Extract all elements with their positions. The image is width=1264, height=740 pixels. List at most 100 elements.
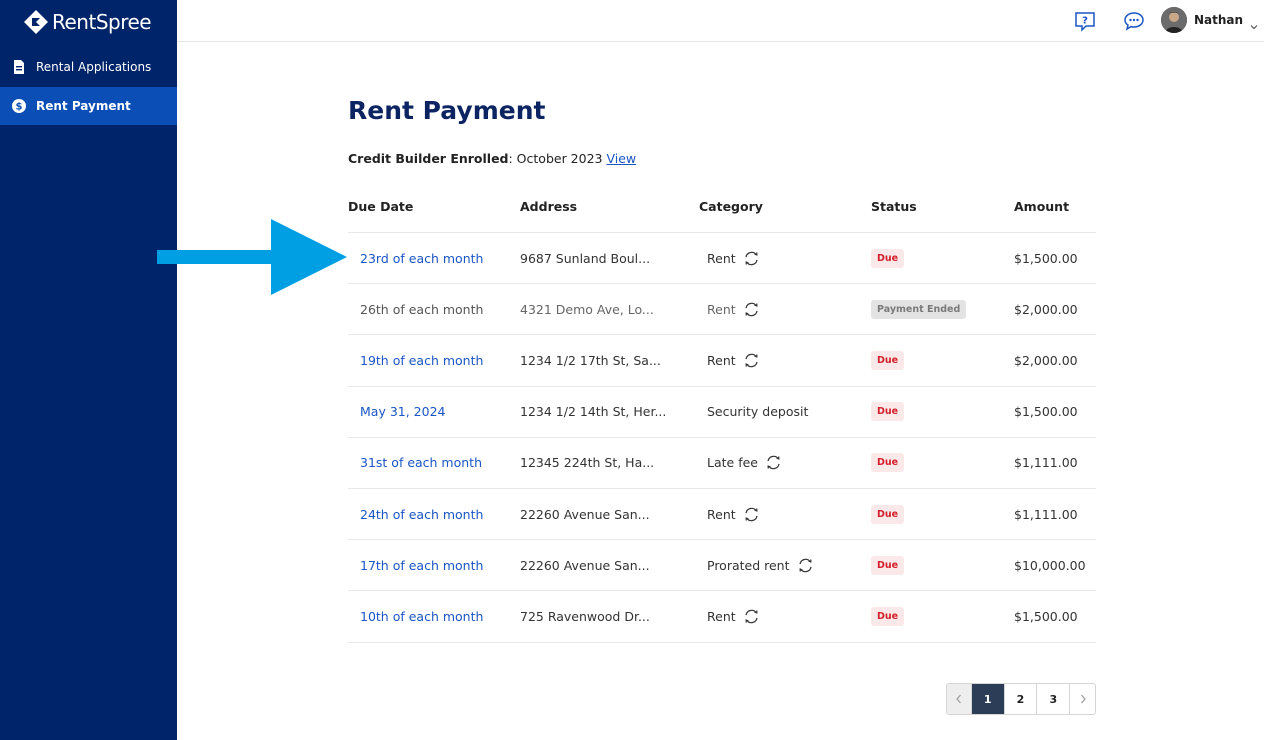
address-cell: 4321 Demo Ave, Lo... [520, 301, 654, 317]
column-header-category: Category [699, 199, 763, 214]
rentspree-logo-icon [23, 9, 49, 35]
callout-arrow-icon [157, 219, 347, 295]
document-icon [12, 60, 26, 74]
svg-text:?: ? [1082, 16, 1088, 27]
pagination-page-2[interactable]: 2 [1005, 684, 1038, 714]
pagination-prev-button[interactable] [947, 684, 972, 714]
recurring-icon [745, 507, 758, 521]
recurring-icon [745, 609, 758, 624]
brand-name: RentSpree [52, 10, 152, 34]
credit-builder-value: : October 2023 [508, 151, 607, 166]
status-cell: Due [871, 555, 1014, 575]
help-icon[interactable]: ? [1074, 10, 1096, 32]
status-cell: Due [871, 504, 1014, 524]
due-date-link[interactable]: 23rd of each month [348, 251, 520, 266]
svg-text:$: $ [16, 102, 23, 113]
address-cell: 1234 1/2 14th St, Her... [520, 404, 667, 420]
table-row[interactable]: 17th of each month 22260 Avenue San... Pro… [348, 540, 1096, 592]
amount-cell: $1,500.00 [1014, 404, 1078, 420]
address-cell: 22260 Avenue San... [520, 557, 650, 573]
address-cell: 725 Ravenwood Dr... [520, 608, 650, 624]
address-cell: 22260 Avenue San... [520, 506, 650, 522]
table-row[interactable]: May 31, 2024 1234 1/2 14th St, Her... Secu… [348, 387, 1096, 438]
chevron-right-icon [1080, 694, 1086, 704]
sidebar-item-rent-payment[interactable]: $ Rent Payment [0, 87, 177, 125]
amount-cell: $10,000.00 [1014, 557, 1086, 573]
status-badge: Due [871, 606, 905, 626]
table-row[interactable]: 31st of each month 12345 224th St, Ha... L… [348, 438, 1096, 489]
amount-cell: $1,500.00 [1014, 608, 1078, 624]
payments-table: Due Date Address Category Status Amount … [348, 181, 1096, 643]
due-date-link[interactable]: May 31, 2024 [348, 404, 520, 419]
status-badge: Payment Ended [871, 299, 967, 319]
table-row[interactable]: 23rd of each month 9687 Sunland Boul... Re… [348, 233, 1096, 285]
recurring-icon [745, 251, 758, 265]
user-menu[interactable]: Nathan [1160, 7, 1258, 33]
pagination: 1 2 3 [946, 683, 1096, 715]
status-cell: Due [871, 350, 1014, 370]
status-cell: Due [871, 248, 1014, 268]
amount-cell: $1,111.00 [1014, 455, 1078, 471]
category-cell: Rent [699, 250, 871, 267]
recurring-icon [745, 302, 758, 317]
category-label: Late fee [707, 455, 758, 471]
category-cell: Late fee [699, 454, 871, 471]
credit-builder-view-link[interactable]: View [606, 151, 636, 166]
sidebar-item-label: Rent Payment [36, 99, 131, 113]
recurring-icon [798, 558, 812, 572]
due-date-link[interactable]: 24th of each month [348, 507, 520, 522]
category-cell: Security deposit [699, 404, 871, 419]
recurring-icon [745, 353, 758, 368]
chat-icon[interactable] [1123, 10, 1145, 32]
due-date-link[interactable]: 10th of each month [348, 609, 520, 624]
dollar-icon: $ [12, 99, 26, 113]
category-cell: Rent [699, 608, 871, 625]
table-row[interactable]: 10th of each month 725 Ravenwood Dr... Ren… [348, 591, 1096, 643]
pagination-page-1[interactable]: 1 [971, 684, 1005, 714]
pagination-next-button[interactable] [1070, 684, 1095, 714]
table-row[interactable]: 26th of each month 4321 Demo Ave, Lo... Re… [348, 284, 1096, 336]
due-date-link[interactable]: 17th of each month [348, 558, 520, 573]
amount-cell: $1,500.00 [1014, 250, 1078, 266]
top-bar: ? Nathan [177, 0, 1264, 42]
credit-builder-status: Credit Builder Enrolled: October 2023 Vi… [348, 151, 636, 166]
user-name: Nathan [1193, 13, 1243, 27]
sidebar-item-rental-applications[interactable]: Rental Applications [0, 48, 177, 86]
due-date-link[interactable]: 31st of each month [348, 455, 520, 470]
table-header: Due Date Address Category Status Amount [348, 181, 1096, 233]
address-cell: 9687 Sunland Boul... [520, 250, 651, 266]
category-cell: Rent [699, 506, 871, 523]
sidebar: RentSpree Rental Applications $ Rent Pay… [0, 0, 177, 740]
category-label: Rent [707, 352, 736, 368]
category-label: Security deposit [707, 404, 809, 420]
status-cell: Payment Ended [871, 299, 1014, 319]
sidebar-item-label: Rental Applications [36, 60, 152, 74]
status-cell: Due [871, 453, 1014, 473]
pagination-page-3[interactable]: 3 [1037, 684, 1071, 714]
table-row[interactable]: 24th of each month 22260 Avenue San... Ren… [348, 489, 1096, 541]
column-header-due-date: Due Date [348, 199, 414, 214]
table-row[interactable]: 19th of each month 1234 1/2 17th St, Sa..… [348, 335, 1096, 387]
status-badge: Due [871, 402, 905, 422]
status-cell: Due [871, 402, 1014, 422]
category-label: Rent [707, 250, 736, 266]
brand-logo[interactable]: RentSpree [23, 9, 152, 35]
avatar [1160, 7, 1187, 33]
due-date-link[interactable]: 19th of each month [348, 353, 520, 368]
column-header-address: Address [520, 199, 578, 214]
address-cell: 12345 224th St, Ha... [520, 455, 655, 471]
column-header-status: Status [871, 199, 917, 214]
recurring-icon [767, 456, 780, 470]
status-badge: Due [871, 350, 905, 370]
due-date-link: 26th of each month [360, 301, 484, 317]
address-cell: 1234 1/2 17th St, Sa... [520, 352, 661, 368]
amount-cell: $2,000.00 [1014, 301, 1078, 317]
status-badge: Due [871, 453, 905, 473]
page-title: Rent Payment [348, 96, 546, 125]
category-label: Rent [707, 608, 736, 624]
category-cell: Rent [699, 352, 871, 369]
category-cell: Prorated rent [699, 557, 871, 574]
chevron-down-icon [1250, 16, 1258, 30]
status-badge: Due [871, 248, 905, 268]
status-badge: Due [871, 555, 905, 575]
